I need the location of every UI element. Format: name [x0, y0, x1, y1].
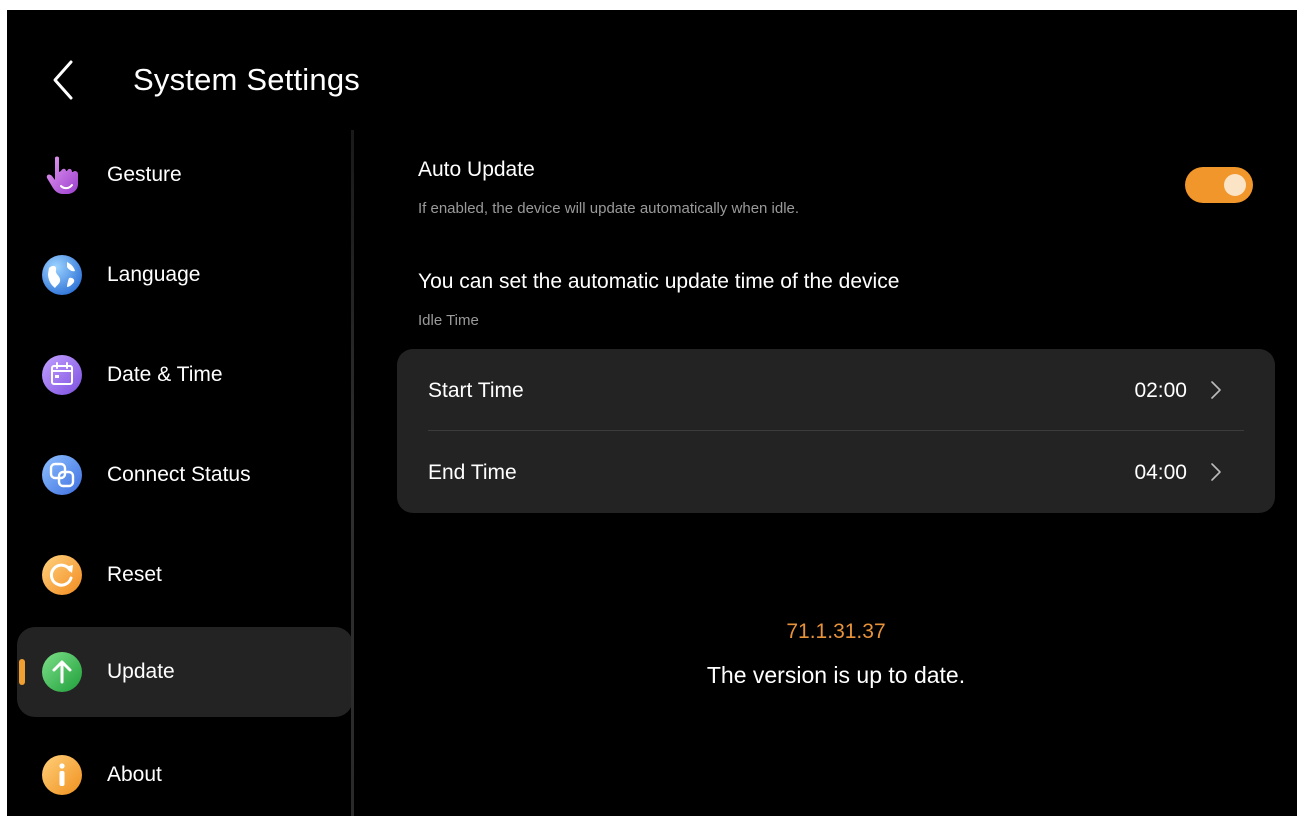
sidebar-item-language[interactable]: Language: [17, 230, 353, 320]
sidebar-item-label: Update: [107, 660, 175, 683]
sidebar-item-connect-status[interactable]: Connect Status: [17, 430, 353, 520]
auto-update-description: If enabled, the device will update autom…: [418, 200, 800, 217]
hand-pointer-icon: [41, 154, 83, 196]
sidebar: Gesture Language Date & Time Connect Sta…: [7, 130, 353, 816]
active-indicator: [19, 659, 25, 685]
end-time-value: 04:00: [1134, 461, 1187, 484]
sidebar-item-gesture[interactable]: Gesture: [17, 130, 353, 220]
start-time-value: 02:00: [1134, 379, 1187, 402]
sidebar-divider: [351, 130, 354, 816]
info-icon: [41, 754, 83, 796]
schedule-heading: You can set the automatic update time of…: [418, 270, 900, 293]
chevron-left-icon: [53, 60, 73, 100]
settings-screen: System Settings Gesture Language Date & …: [7, 10, 1297, 816]
chevron-right-icon: [1211, 463, 1221, 481]
sidebar-item-label: Language: [107, 263, 201, 286]
auto-update-toggle[interactable]: [1185, 167, 1253, 203]
start-time-row[interactable]: Start Time 02:00: [397, 349, 1275, 431]
idle-time-label: Idle Time: [418, 312, 479, 329]
sidebar-item-label: Connect Status: [107, 463, 251, 486]
chevron-right-icon: [1211, 381, 1221, 399]
globe-icon: [41, 254, 83, 296]
page-title: System Settings: [133, 62, 360, 97]
sidebar-item-about[interactable]: About: [17, 730, 353, 816]
update-status-text: The version is up to date.: [706, 662, 966, 688]
end-time-label: End Time: [428, 461, 517, 484]
version-number: 71.1.31.37: [786, 620, 886, 643]
arrow-up-icon: [41, 651, 83, 693]
toggle-knob: [1224, 174, 1246, 196]
sidebar-item-label: About: [107, 763, 162, 786]
link-icon: [41, 454, 83, 496]
idle-time-card: Start Time 02:00 End Time 04:00: [397, 349, 1275, 513]
sidebar-item-label: Gesture: [107, 163, 182, 186]
sidebar-item-label: Date & Time: [107, 363, 223, 386]
sidebar-item-date-time[interactable]: Date & Time: [17, 330, 353, 420]
reset-icon: [41, 554, 83, 596]
auto-update-title: Auto Update: [418, 158, 535, 181]
sidebar-item-label: Reset: [107, 563, 162, 586]
calendar-icon: [41, 354, 83, 396]
start-time-label: Start Time: [428, 379, 524, 402]
sidebar-item-update[interactable]: Update: [17, 627, 353, 717]
end-time-row[interactable]: End Time 04:00: [397, 431, 1275, 513]
sidebar-item-reset[interactable]: Reset: [17, 530, 353, 620]
back-button[interactable]: [45, 56, 85, 104]
